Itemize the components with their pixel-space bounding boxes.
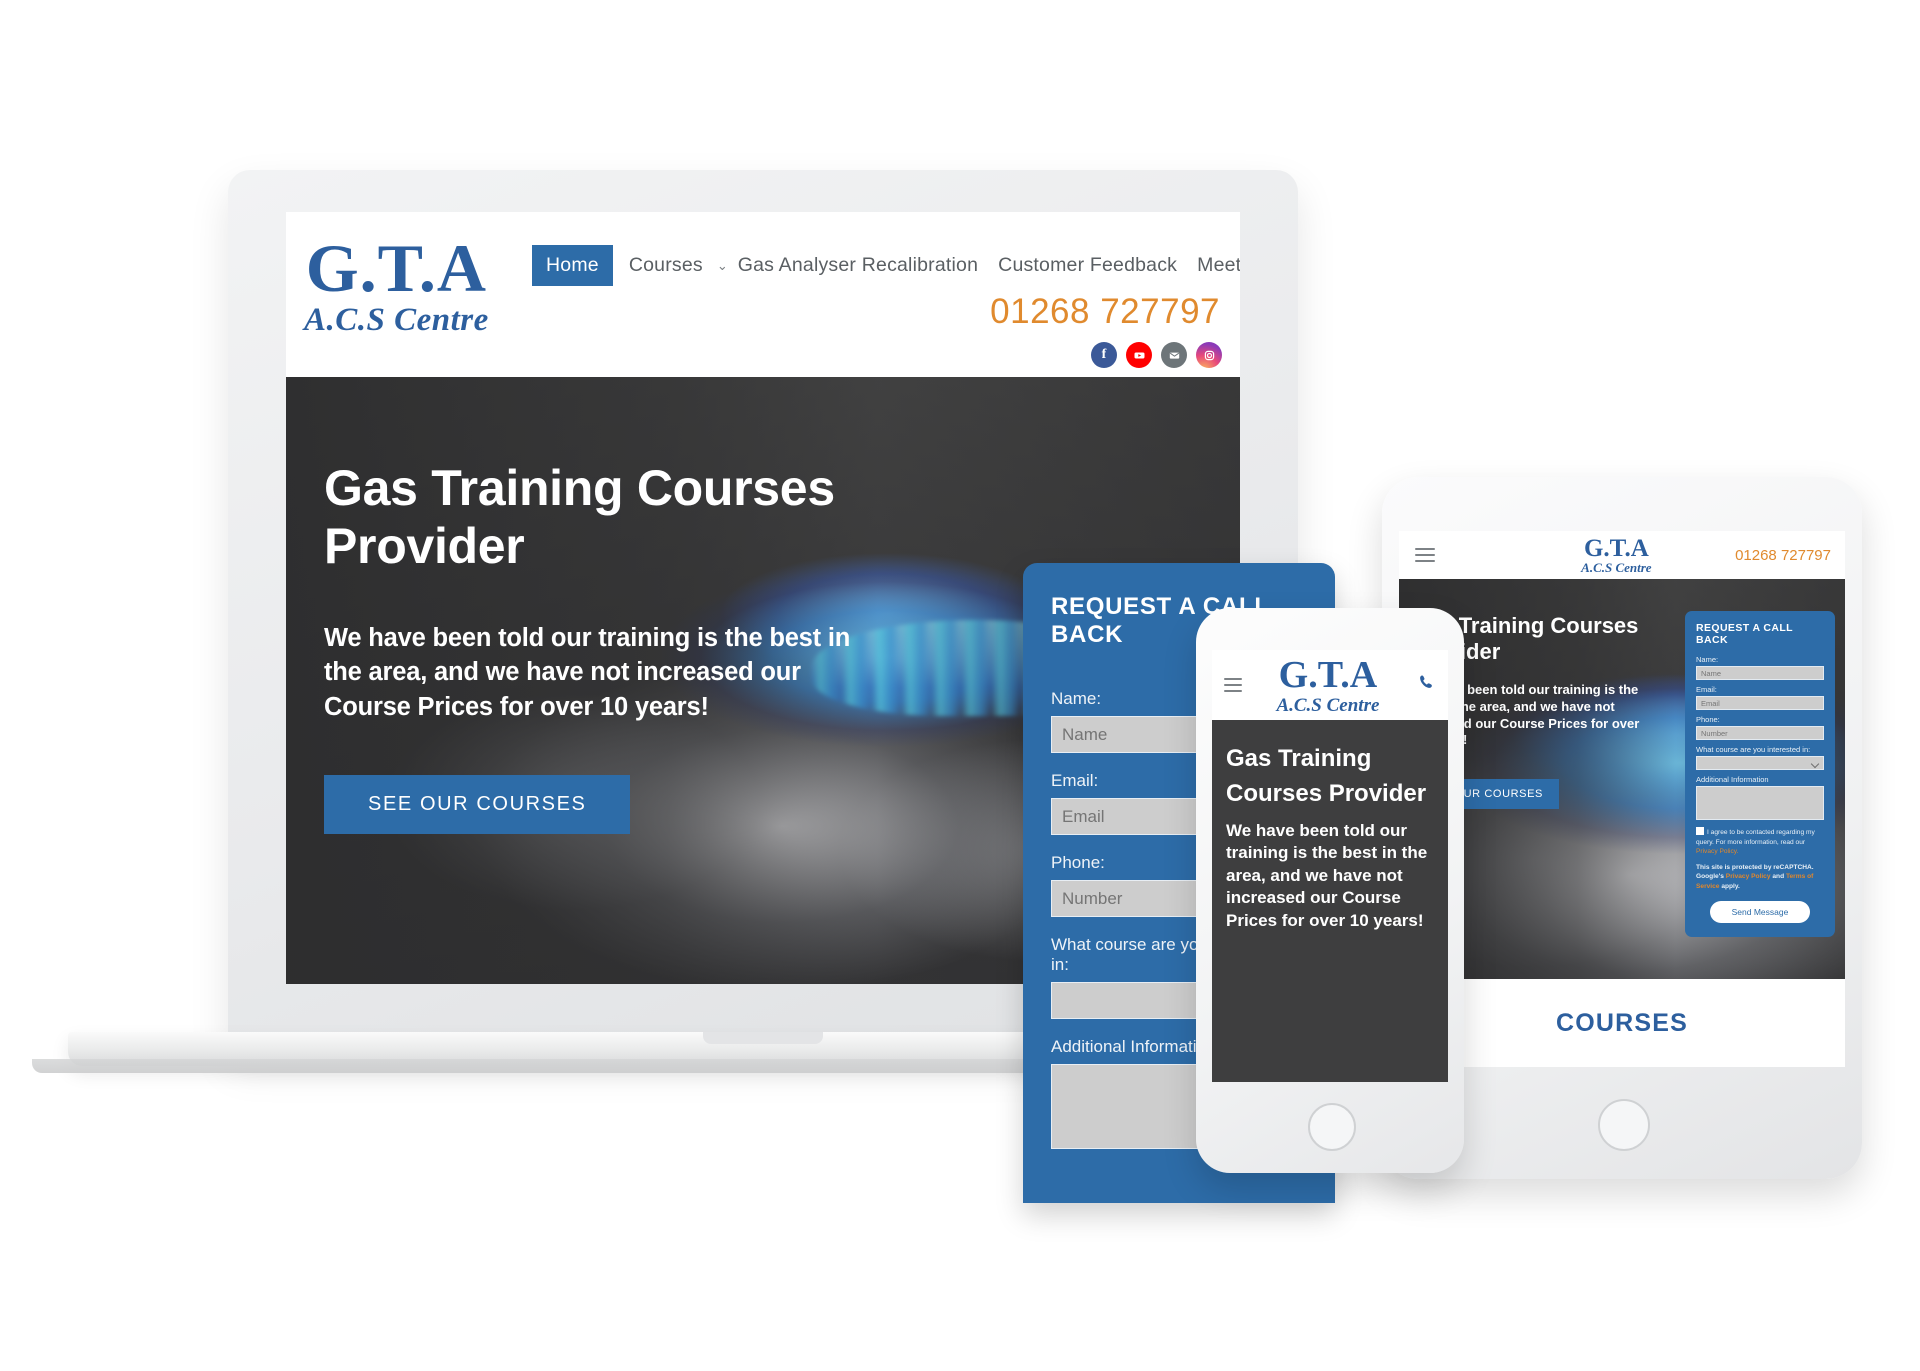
nav-item-courses-wrap[interactable]: Courses ⌄ xyxy=(619,254,728,277)
phone-hero-heading: Gas Training Courses Provider xyxy=(1226,745,1427,807)
header-phone-number[interactable]: 01268 727797 xyxy=(990,292,1220,332)
nav-item-meet-the-team[interactable]: Meet the Team xyxy=(1187,254,1240,277)
tablet-send-message-button[interactable]: Send Message xyxy=(1709,901,1811,924)
tablet-phone-input[interactable] xyxy=(1696,726,1824,740)
privacy-policy-link[interactable]: Privacy Policy. xyxy=(1696,848,1738,855)
hero-heading: Gas Training Courses Provider xyxy=(324,460,835,574)
tablet-recaptcha-text: This site is protected by reCAPTCHA. Goo… xyxy=(1696,863,1824,892)
facebook-icon[interactable]: f xyxy=(1091,342,1117,368)
site-logo[interactable]: G.T.A A.C.S Centre xyxy=(304,234,489,337)
tablet-request-callback-panel: REQUEST A CALL BACK Name: Email: Phone: … xyxy=(1685,611,1835,938)
hero-paragraph: We have been told our training is the be… xyxy=(324,624,851,721)
phone-call-icon[interactable] xyxy=(1417,673,1436,698)
tablet-course-label: What course are you interested in: xyxy=(1696,745,1811,754)
device-mockup-stage: G.T.A A.C.S Centre Home Courses ⌄ Gas An… xyxy=(0,0,1920,1371)
laptop-device: G.T.A A.C.S Centre Home Courses ⌄ Gas An… xyxy=(32,170,1462,1203)
tablet-additional-information-textarea[interactable] xyxy=(1696,786,1824,820)
phone-site-header: G.T.A A.C.S Centre xyxy=(1212,650,1448,720)
tablet-logo-secondary: A.C.S Centre xyxy=(1581,560,1652,575)
phone-device: G.T.A A.C.S Centre Gas Training Courses … xyxy=(1196,608,1464,1173)
tablet-hero-section: Gas Training Courses Provider We have be… xyxy=(1399,579,1845,979)
recaptcha-and: and xyxy=(1772,873,1785,881)
phone-logo-primary: G.T.A xyxy=(1278,653,1378,696)
phone-site-logo[interactable]: G.T.A A.C.S Centre xyxy=(1276,656,1379,715)
tablet-callback-title: REQUEST A CALL BACK xyxy=(1696,622,1793,646)
consent-checkbox[interactable] xyxy=(1696,827,1704,835)
tablet-logo-primary: G.T.A xyxy=(1583,535,1649,562)
phone-screen: G.T.A A.C.S Centre Gas Training Courses … xyxy=(1212,650,1448,1082)
laptop-trackpad-notch xyxy=(703,1032,823,1044)
tablet-email-label: Email: xyxy=(1696,685,1717,694)
email-icon[interactable] xyxy=(1161,342,1187,368)
logo-primary: G.T.A xyxy=(305,230,488,306)
tablet-phone-label: Phone: xyxy=(1696,715,1720,724)
youtube-icon[interactable] xyxy=(1126,342,1152,368)
recaptcha-suffix: apply. xyxy=(1721,882,1740,890)
nav-item-home[interactable]: Home xyxy=(532,245,613,286)
tablet-phone-number[interactable]: 01268 727797 xyxy=(1735,547,1831,564)
tablet-consent-text: I agree to be contacted regarding my que… xyxy=(1696,827,1824,857)
tablet-name-label: Name: xyxy=(1696,655,1719,664)
hero-content: Gas Training Courses Provider We have be… xyxy=(324,459,884,724)
tablet-site-logo[interactable]: G.T.A A.C.S Centre xyxy=(1581,536,1651,574)
phone-logo-secondary: A.C.S Centre xyxy=(1276,694,1380,716)
tablet-email-input[interactable] xyxy=(1696,696,1824,710)
phone-hero-section: Gas Training Courses Provider We have be… xyxy=(1212,720,1448,1082)
nav-item-courses[interactable]: Courses xyxy=(619,254,713,277)
tablet-name-input[interactable] xyxy=(1696,666,1824,680)
tablet-site-header: G.T.A A.C.S Centre 01268 727797 xyxy=(1399,531,1845,579)
recaptcha-privacy-policy-link[interactable]: Privacy Policy xyxy=(1726,873,1771,880)
nav-item-gas-analyser-recalibration[interactable]: Gas Analyser Recalibration xyxy=(728,254,988,277)
nav-item-customer-feedback[interactable]: Customer Feedback xyxy=(988,254,1187,277)
tablet-home-button[interactable] xyxy=(1598,1099,1650,1151)
phone-hamburger-icon[interactable] xyxy=(1224,678,1242,692)
see-our-courses-button[interactable]: SEE OUR COURSES xyxy=(324,775,631,834)
tablet-screen: G.T.A A.C.S Centre 01268 727797 Gas Trai… xyxy=(1399,531,1845,1067)
logo-secondary: A.C.S Centre xyxy=(304,302,489,338)
instagram-icon[interactable] xyxy=(1196,342,1222,368)
tablet-courses-section: COURSES xyxy=(1399,979,1845,1067)
tablet-course-select[interactable] xyxy=(1696,756,1824,770)
tablet-additional-information-label: Additional Information xyxy=(1696,775,1769,784)
main-navigation: Home Courses ⌄ Gas Analyser Recalibratio… xyxy=(532,245,1240,286)
tablet-courses-heading: COURSES xyxy=(1555,1008,1689,1037)
social-links: f xyxy=(1091,342,1222,368)
hamburger-icon[interactable] xyxy=(1415,548,1435,562)
chevron-down-icon: ⌄ xyxy=(716,257,728,273)
phone-hero-paragraph: We have been told our training is the be… xyxy=(1226,820,1428,931)
consent-copy: I agree to be contacted regarding my que… xyxy=(1696,829,1815,846)
site-header: G.T.A A.C.S Centre Home Courses ⌄ Gas An… xyxy=(286,212,1240,377)
phone-home-button[interactable] xyxy=(1308,1103,1356,1151)
